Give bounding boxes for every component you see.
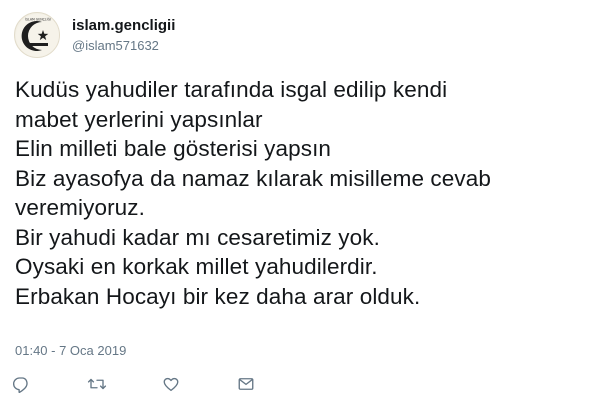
tweet-card: İSLAM GENÇLİĞİ islam.gencligii @islam571… <box>0 0 591 404</box>
tweet-text-line: Biz ayasofya da namaz kılarak misilleme … <box>15 165 491 191</box>
display-name[interactable]: islam.gencligii <box>72 16 175 35</box>
user-handle[interactable]: @islam571632 <box>72 37 175 55</box>
reply-icon <box>12 377 28 393</box>
reply-button[interactable] <box>12 372 87 396</box>
avatar[interactable]: İSLAM GENÇLİĞİ <box>14 12 60 58</box>
tweet-text-line: Elin milleti bale gösterisi yapsın <box>15 136 332 161</box>
heart-icon <box>163 377 179 392</box>
tweet-text-line: Oysaki en korkak millet yahudilerdir. <box>15 254 378 279</box>
user-names: islam.gencligii @islam571632 <box>72 16 175 55</box>
message-button[interactable] <box>237 372 312 396</box>
tweet-text: Kudüs yahudiler tarafında isgal edilip k… <box>15 75 581 311</box>
tweet-text-line: Bir yahudi kadar mı cesaretimiz yok. <box>15 224 380 250</box>
envelope-icon <box>238 378 254 390</box>
tweet-text-line: Kudüs yahudiler tarafında isgal edilip k… <box>15 77 448 102</box>
tweet-timestamp[interactable]: 01:40 - 7 Oca 2019 <box>15 342 126 360</box>
retweet-icon <box>87 378 107 390</box>
tweet-header: İSLAM GENÇLİĞİ islam.gencligii @islam571… <box>14 12 175 58</box>
tweet-text-line: Erbakan Hocayı bir kez daha arar olduk. <box>15 283 421 309</box>
tweet-text-line: mabet yerlerini yapsınlar <box>15 106 263 132</box>
like-button[interactable] <box>162 372 237 396</box>
retweet-button[interactable] <box>87 372 162 396</box>
tweet-actions <box>12 372 312 396</box>
tweet-text-line: veremiyoruz. <box>15 195 145 220</box>
crescent-star-logo-icon: İSLAM GENÇLİĞİ <box>16 14 59 57</box>
svg-text:İSLAM GENÇLİĞİ: İSLAM GENÇLİĞİ <box>25 17 51 22</box>
